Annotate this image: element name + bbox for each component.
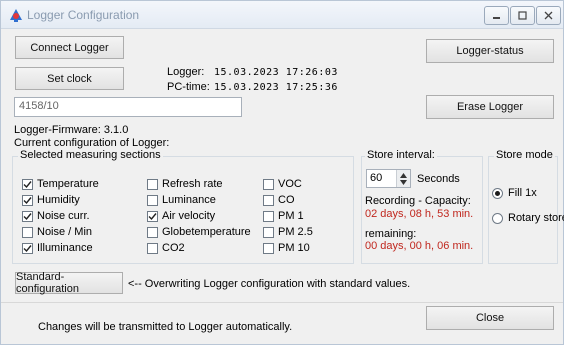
standard-config-note: <-- Overwriting Logger configuration wit… [128, 278, 411, 290]
radio-fill-1x[interactable]: Fill 1x [492, 187, 537, 199]
pc-time-value: 15.03.2023 17:25:36 [214, 82, 338, 93]
standard-configuration-button[interactable]: Standard-configuration [15, 271, 123, 295]
remaining-value: 00 days, 00 h, 06 min. [365, 240, 474, 252]
app-icon [10, 9, 22, 22]
title-bar: Logger Configuration [1, 1, 563, 29]
checkbox-pm10[interactable]: PM 10 [263, 242, 310, 254]
store-interval-unit: Seconds [417, 173, 460, 185]
checkbox-pm1[interactable]: PM 1 [263, 210, 304, 222]
minimize-icon [493, 17, 500, 19]
checkbox-voc[interactable]: VOC [263, 178, 302, 190]
logger-id-field[interactable]: 4158/10 [14, 97, 242, 117]
set-clock-button[interactable]: Set clock [15, 67, 124, 90]
close-window-button[interactable] [536, 6, 561, 25]
store-interval-value: 60 [370, 172, 383, 184]
logger-configuration-window: Logger Configuration Connect Logger Set … [0, 0, 564, 345]
radio-rotary-store[interactable]: Rotary store [492, 212, 564, 224]
checkbox-pm2-5[interactable]: PM 2.5 [263, 226, 313, 238]
checkbox-noise-min[interactable]: Noise / Min [22, 226, 92, 238]
checkbox-co[interactable]: CO [263, 194, 295, 206]
store-interval-spinner[interactable]: 60 [366, 169, 411, 188]
pc-time-label: PC-time: [167, 81, 210, 93]
checkbox-noise-curr[interactable]: Noise curr. [22, 210, 90, 222]
checkbox-luminance[interactable]: Luminance [147, 194, 216, 206]
checkbox-humidity[interactable]: Humidity [22, 194, 80, 206]
minimize-button[interactable] [484, 6, 509, 25]
spin-down-icon[interactable] [400, 179, 407, 185]
store-interval-title: Store interval: [365, 149, 437, 161]
capacity-label: Recording - Capacity: [365, 195, 471, 207]
store-mode-title: Store mode [494, 149, 555, 161]
logger-time-label: Logger: [167, 66, 205, 78]
connect-logger-button[interactable]: Connect Logger [15, 36, 124, 59]
firmware-label: Logger-Firmware: 3.1.0 [14, 124, 129, 136]
checkbox-temperature[interactable]: Temperature [22, 178, 99, 190]
spin-up-icon[interactable] [400, 172, 407, 178]
measuring-sections-title: Selected measuring sections [18, 149, 163, 161]
checkbox-globetemperature[interactable]: Globetemperature [147, 226, 251, 238]
checkbox-illuminance[interactable]: Illuminance [22, 242, 93, 254]
store-mode-group [488, 156, 558, 264]
checkbox-refresh-rate[interactable]: Refresh rate [147, 178, 223, 190]
close-button[interactable]: Close [426, 306, 554, 330]
maximize-icon [518, 11, 527, 20]
current-config-label: Current configuration of Logger: [14, 137, 170, 149]
checkbox-co2[interactable]: CO2 [147, 242, 185, 254]
maximize-button[interactable] [510, 6, 535, 25]
divider [1, 302, 563, 303]
checkbox-air-velocity[interactable]: Air velocity [147, 210, 215, 222]
capacity-value: 02 days, 08 h, 53 min. [365, 208, 474, 220]
remaining-label: remaining: [365, 228, 417, 240]
footer-note: Changes will be transmitted to Logger au… [38, 321, 293, 333]
logger-status-button[interactable]: Logger-status [426, 39, 554, 63]
logger-time-value: 15.03.2023 17:26:03 [214, 67, 338, 78]
erase-logger-button[interactable]: Erase Logger [426, 95, 554, 119]
window-title: Logger Configuration [27, 8, 140, 22]
close-icon [544, 11, 553, 20]
